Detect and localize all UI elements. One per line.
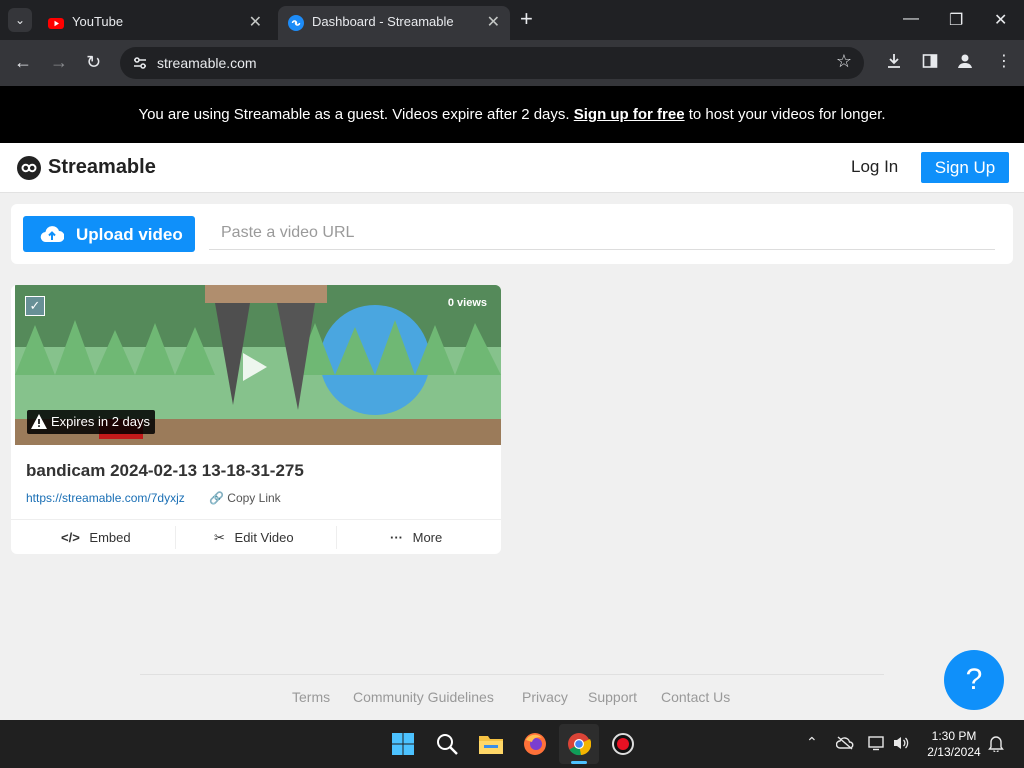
expiry-text: Expires in 2 days xyxy=(51,414,150,429)
upload-video-button[interactable]: Upload video xyxy=(23,216,195,252)
more-label: More xyxy=(412,530,443,545)
restore-icon[interactable]: ❐ xyxy=(949,10,963,30)
clock-time: 1:30 PM xyxy=(931,729,977,743)
warning-icon xyxy=(31,414,47,429)
video-card: ✓ 0 views Expires in 2 days bandicam 202… xyxy=(11,285,501,554)
embed-label: Embed xyxy=(89,530,131,545)
upload-panel: Upload video xyxy=(11,204,1013,264)
windows-start-icon[interactable] xyxy=(391,732,415,756)
footer-link-terms[interactable]: Terms xyxy=(292,689,330,705)
scissors-icon: ✂ xyxy=(214,530,225,545)
youtube-icon xyxy=(48,18,64,29)
signup-button[interactable]: Sign Up xyxy=(921,152,1009,183)
footer-link-community-guidelines[interactable]: Community Guidelines xyxy=(353,689,494,705)
select-video-checkbox[interactable]: ✓ xyxy=(25,296,45,316)
edit-video-label: Edit Video xyxy=(234,530,294,545)
copy-link-button[interactable]: 🔗 Copy Link xyxy=(209,491,281,505)
more-button[interactable]: ··· More xyxy=(390,520,442,554)
profile-icon[interactable] xyxy=(956,52,974,70)
chrome-icon xyxy=(568,733,591,756)
code-icon: </> xyxy=(61,530,80,545)
url-text: streamable.com xyxy=(157,55,257,71)
window-close-icon[interactable]: ✕ xyxy=(994,10,1007,30)
action-divider xyxy=(175,526,176,549)
side-panel-icon[interactable] xyxy=(921,52,939,70)
cloud-upload-icon xyxy=(40,226,64,243)
file-explorer-icon[interactable] xyxy=(478,732,504,756)
ellipsis-icon: ··· xyxy=(390,530,403,545)
minimize-icon[interactable]: — xyxy=(903,10,919,28)
tray-overflow-icon[interactable]: ⌃ xyxy=(806,734,818,751)
login-button[interactable]: Log In xyxy=(851,157,898,177)
browser-menu-icon[interactable]: ⋮ xyxy=(996,51,1012,71)
tab-search-button[interactable]: ⌄ xyxy=(8,8,32,32)
new-tab-button[interactable]: + xyxy=(520,8,533,30)
browser-toolbar: ← → ↻ streamable.com ☆ ⋮ xyxy=(0,40,1024,86)
upload-video-label: Upload video xyxy=(76,225,183,244)
video-thumbnail[interactable]: ✓ 0 views Expires in 2 days xyxy=(15,285,501,445)
tab-streamable[interactable]: Dashboard - Streamable ✕ xyxy=(278,6,510,40)
site-settings-icon[interactable] xyxy=(132,55,148,71)
edit-video-button[interactable]: ✂ Edit Video xyxy=(214,520,294,554)
link-icon: 🔗 xyxy=(209,491,224,505)
embed-button[interactable]: </> Embed xyxy=(61,520,131,554)
copy-link-label: Copy Link xyxy=(227,491,281,505)
active-app-indicator xyxy=(571,761,587,764)
network-icon[interactable] xyxy=(868,735,886,751)
guest-banner-text: You are using Streamable as a guest. Vid… xyxy=(138,106,574,123)
volume-icon[interactable] xyxy=(892,735,910,751)
video-title[interactable]: bandicam 2024-02-13 13-18-31-275 xyxy=(26,461,304,481)
notification-bell-icon[interactable] xyxy=(988,735,1004,752)
close-tab-icon[interactable]: ✕ xyxy=(487,12,500,32)
forward-icon[interactable]: → xyxy=(50,53,68,71)
browser-tab-bar: ⌄ YouTube ✕ Dashboard - Streamable ✕ + —… xyxy=(0,0,1024,40)
streamable-icon xyxy=(288,15,304,31)
brand-name[interactable]: Streamable xyxy=(48,156,156,179)
video-share-link[interactable]: https://streamable.com/7dyxjz xyxy=(26,491,185,505)
address-bar[interactable]: streamable.com ☆ xyxy=(120,47,864,79)
chrome-taskbar-slot[interactable] xyxy=(559,724,599,764)
footer-link-privacy[interactable]: Privacy xyxy=(522,689,568,705)
view-count: 0 views xyxy=(447,297,487,309)
taskbar: ⌃ 1:30 PM 2/13/2024 xyxy=(0,720,1024,768)
bookmark-star-icon[interactable]: ☆ xyxy=(836,51,852,72)
action-divider xyxy=(336,526,337,549)
site-header: Streamable Log In Sign Up xyxy=(0,143,1024,193)
system-clock[interactable]: 1:30 PM 2/13/2024 xyxy=(924,728,984,760)
video-url-input[interactable] xyxy=(209,216,995,250)
sign-up-free-link[interactable]: Sign up for free xyxy=(574,106,685,123)
footer-divider xyxy=(140,674,884,675)
streamable-logo-icon[interactable] xyxy=(16,155,42,181)
tab-youtube[interactable]: YouTube ✕ xyxy=(38,6,272,40)
search-icon[interactable] xyxy=(435,732,459,756)
back-icon[interactable]: ← xyxy=(14,53,32,71)
guest-banner-suffix: to host your videos for longer. xyxy=(684,106,886,123)
firefox-icon[interactable] xyxy=(523,732,547,756)
tab-title: Dashboard - Streamable xyxy=(312,14,454,29)
footer-link-contact-us[interactable]: Contact Us xyxy=(661,689,730,705)
tab-title: YouTube xyxy=(72,14,124,29)
download-icon[interactable] xyxy=(885,52,903,70)
footer-link-support[interactable]: Support xyxy=(588,689,637,705)
bandicam-record-icon[interactable] xyxy=(611,732,635,756)
reload-icon[interactable]: ↻ xyxy=(86,53,101,71)
help-button[interactable]: ? xyxy=(944,650,1004,710)
onedrive-offline-icon[interactable] xyxy=(836,736,854,750)
close-tab-icon[interactable]: ✕ xyxy=(249,12,262,32)
video-actions: </> Embed ✂ Edit Video ··· More xyxy=(11,519,501,554)
expiry-badge: Expires in 2 days xyxy=(27,410,155,434)
guest-banner: You are using Streamable as a guest. Vid… xyxy=(0,86,1024,143)
clock-date: 2/13/2024 xyxy=(927,745,981,759)
